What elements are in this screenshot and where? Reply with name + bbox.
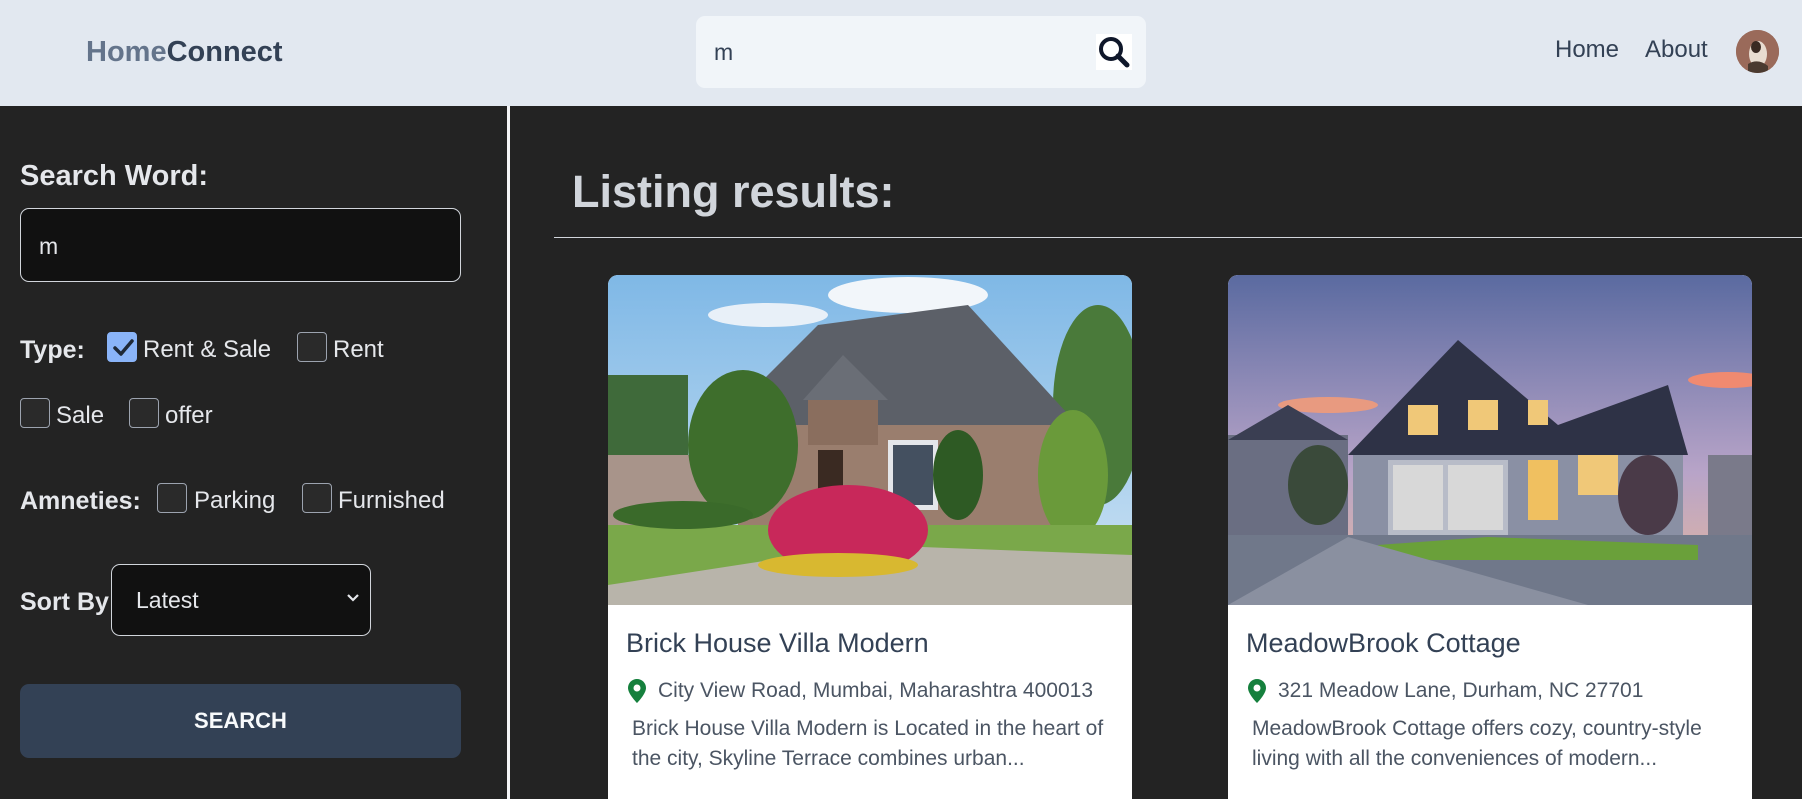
listing-address-text: City View Road, Mumbai, Maharashtra 4000…: [658, 679, 1094, 702]
listing-address-text: 321 Meadow Lane, Durham, NC 27701: [1278, 679, 1644, 702]
sort-selected-value: Latest: [136, 587, 199, 613]
nav-link-about[interactable]: About: [1645, 36, 1708, 64]
search-icon[interactable]: [1096, 34, 1132, 70]
avatar[interactable]: [1736, 30, 1779, 73]
logo-part-home: Home: [86, 36, 167, 68]
divider: [554, 237, 1802, 238]
listing-image[interactable]: [1228, 275, 1752, 605]
top-navbar: HomeConnect Home About: [0, 0, 1802, 106]
checkbox-parking[interactable]: [157, 483, 187, 513]
type-option-offer-label: offer: [165, 402, 213, 429]
sort-by-label: Sort By: [20, 588, 109, 616]
header-search-input[interactable]: [714, 34, 1074, 70]
page-title: Listing results:: [572, 166, 895, 217]
search-word-label: Search Word:: [20, 160, 209, 192]
amenities-label: Amneties:: [20, 487, 141, 515]
checkbox-offer[interactable]: [129, 398, 159, 428]
listing-description: MeadowBrook Cottage offers cozy, country…: [1252, 717, 1702, 770]
sort-select[interactable]: Latest: [111, 564, 371, 636]
location-pin-icon: [628, 679, 646, 703]
nav-link-home[interactable]: Home: [1555, 36, 1619, 64]
search-button[interactable]: SEARCH: [20, 684, 461, 758]
logo[interactable]: HomeConnect: [86, 36, 283, 69]
type-option-rent-and-sale-label: Rent & Sale: [143, 336, 272, 363]
chevron-down-icon: [347, 594, 359, 602]
location-pin-icon: [1248, 679, 1266, 703]
checkbox-furnished[interactable]: [302, 483, 332, 513]
amenity-parking-label: Parking: [194, 487, 276, 514]
type-option-rent-label: Rent: [333, 336, 384, 363]
listing-title[interactable]: Brick House Villa Modern: [626, 628, 929, 659]
listing-title[interactable]: MeadowBrook Cottage: [1246, 628, 1521, 659]
header-search-bar: [696, 16, 1146, 88]
type-label: Type:: [20, 336, 85, 364]
checkbox-sale[interactable]: [20, 398, 50, 428]
filter-sidebar: Search Word: Type: Rent & Sale Rent Sale…: [0, 106, 510, 799]
listing-card[interactable]: Brick House Villa Modern City View Road,…: [608, 275, 1132, 799]
amenity-furnished-label: Furnished: [338, 487, 445, 514]
listing-image[interactable]: [608, 275, 1132, 605]
search-word-field: [20, 208, 461, 282]
checkbox-rent[interactable]: [297, 332, 327, 362]
type-option-sale-label: Sale: [56, 402, 105, 429]
checkbox-rent-and-sale[interactable]: [107, 332, 137, 362]
search-word-input[interactable]: [39, 227, 439, 265]
listing-card[interactable]: MeadowBrook Cottage 321 Meadow Lane, Dur…: [1228, 275, 1752, 799]
listing-description: Brick House Villa Modern is Located in t…: [632, 717, 1104, 770]
logo-part-connect: Connect: [166, 36, 283, 68]
